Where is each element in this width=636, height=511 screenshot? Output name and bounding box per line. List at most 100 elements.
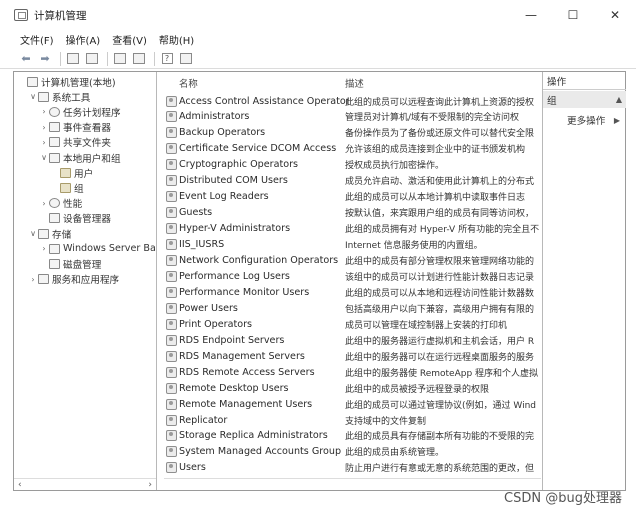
actions-header: 操作 bbox=[543, 72, 626, 90]
table-row[interactable]: Power Users 包括高级用户以向下兼容，高级用户拥有有限的 bbox=[164, 300, 541, 316]
computer-icon bbox=[27, 76, 38, 87]
help-icon[interactable]: ? bbox=[159, 51, 175, 67]
table-row[interactable]: Administrators 管理员对计算机/域有不受限制的完全访问权 bbox=[164, 109, 541, 125]
forward-arrow-icon[interactable]: ➡ bbox=[37, 51, 53, 67]
tree-item-label: 事件查看器 bbox=[63, 123, 111, 135]
table-row[interactable]: Certificate Service DCOM Access 允许该组的成员连接… bbox=[164, 141, 541, 157]
column-header-description[interactable]: 描述 bbox=[345, 76, 364, 90]
properties-icon[interactable] bbox=[112, 51, 128, 67]
actions-group-section[interactable]: 组 ▲ bbox=[543, 91, 626, 108]
group-icon bbox=[166, 366, 177, 378]
tree-item-label: 本地用户和组 bbox=[63, 153, 121, 165]
action-pane-icon[interactable] bbox=[178, 51, 194, 67]
table-row[interactable]: RDS Management Servers 此组中的服务器可以在运行远程桌面服务… bbox=[164, 348, 541, 364]
table-row[interactable]: RDS Remote Access Servers 此组中的服务器使 Remote… bbox=[164, 364, 541, 380]
tree-item[interactable]: 用户 bbox=[50, 165, 93, 180]
device-manager-icon bbox=[49, 213, 60, 224]
table-row[interactable]: Backup Operators 备份操作员为了备份或还原文件可以替代安全限 bbox=[164, 125, 541, 141]
tree-horizontal-scrollbar[interactable]: ‹ › bbox=[14, 478, 156, 490]
table-row[interactable]: Network Configuration Operators 此组中的成员有部分… bbox=[164, 253, 541, 269]
expand-down-icon[interactable]: ∨ bbox=[39, 153, 49, 162]
group-name: RDS Endpoint Servers bbox=[179, 334, 285, 346]
table-row[interactable]: System Managed Accounts Group 此组的成员由系统管理。 bbox=[164, 444, 541, 460]
minimize-button[interactable]: — bbox=[510, 0, 552, 30]
maximize-button[interactable]: ☐ bbox=[552, 0, 594, 30]
scroll-left-icon[interactable]: ‹ bbox=[18, 480, 22, 490]
up-level-icon[interactable] bbox=[65, 51, 81, 67]
tree-item[interactable]: ∨ 系统工具 bbox=[28, 89, 90, 104]
group-icon bbox=[166, 350, 177, 362]
table-row[interactable]: Remote Desktop Users 此组中的成员被授予远程登录的权限 bbox=[164, 380, 541, 396]
tree-item[interactable]: › 服务和应用程序 bbox=[28, 272, 119, 287]
column-header-name[interactable]: 名称 bbox=[179, 76, 198, 90]
group-icon bbox=[166, 286, 177, 298]
toolbar-separator bbox=[154, 51, 155, 66]
expand-right-icon[interactable]: › bbox=[39, 199, 49, 208]
list-horizontal-scrollbar[interactable] bbox=[164, 478, 541, 490]
menu-file[interactable]: 文件(F) bbox=[20, 32, 54, 47]
group-description: 此组的成员可以远程查询此计算机上资源的授权 bbox=[345, 97, 535, 108]
tree-item[interactable]: ∨ 本地用户和组 bbox=[39, 150, 121, 165]
expand-right-icon[interactable]: › bbox=[28, 275, 38, 284]
show-hide-tree-icon[interactable] bbox=[84, 51, 100, 67]
tree-item[interactable]: › 性能 bbox=[39, 196, 82, 211]
group-icon bbox=[166, 255, 177, 266]
menu-view[interactable]: 查看(V) bbox=[112, 32, 147, 47]
expand-right-icon[interactable]: › bbox=[39, 107, 49, 116]
table-row[interactable]: Users 防止用户进行有意或无意的系统范围的更改，但 bbox=[164, 460, 541, 476]
table-row[interactable]: Access Control Assistance Operators 此组的成员… bbox=[164, 93, 541, 109]
group-name: System Managed Accounts Group bbox=[179, 446, 342, 458]
group-description: 此组中的服务器使 RemoteApp 程序和个人虚拟 bbox=[345, 368, 539, 379]
toolbar-separator bbox=[60, 51, 61, 66]
tree-item[interactable]: › 任务计划程序 bbox=[39, 104, 121, 119]
table-row[interactable]: RDS Endpoint Servers 此组中的服务器运行虚拟机和主机会话，用户… bbox=[164, 332, 541, 348]
scroll-right-icon[interactable]: › bbox=[148, 480, 152, 490]
menu-help[interactable]: 帮助(H) bbox=[159, 32, 194, 47]
table-row[interactable]: Replicator 支持域中的文件复制 bbox=[164, 412, 541, 428]
group-name: IIS_IUSRS bbox=[179, 239, 225, 251]
expand-right-icon[interactable]: › bbox=[39, 138, 49, 147]
tree-item[interactable]: 组 bbox=[50, 180, 84, 195]
table-row[interactable]: Guests 按默认值，来宾跟用户组的成员有同等访问权， bbox=[164, 205, 541, 221]
export-list-icon[interactable] bbox=[131, 51, 147, 67]
group-icon bbox=[166, 143, 177, 155]
expand-right-icon[interactable]: › bbox=[39, 244, 49, 253]
back-arrow-icon[interactable]: ⬅ bbox=[18, 51, 34, 67]
expand-down-icon[interactable]: ∨ bbox=[28, 229, 38, 238]
table-row[interactable]: Cryptographic Operators 授权成员执行加密操作。 bbox=[164, 157, 541, 173]
table-row[interactable]: Remote Management Users 此组的成员可以通过管理协议(例如，… bbox=[164, 396, 541, 412]
group-description: 此组中的服务器可以在运行远程桌面服务的服务 bbox=[345, 352, 535, 363]
tree-item[interactable]: › 共享文件夹 bbox=[39, 135, 111, 150]
more-actions-item[interactable]: 更多操作 ▶ bbox=[543, 112, 626, 128]
table-row[interactable]: IIS_IUSRS Internet 信息服务使用的内置组。 bbox=[164, 237, 541, 253]
table-row[interactable]: Print Operators 成员可以管理在域控制器上安装的打印机 bbox=[164, 316, 541, 332]
menu-action[interactable]: 操作(A) bbox=[66, 32, 101, 47]
table-row[interactable]: Performance Monitor Users 此组的成员可以从本地和远程访问… bbox=[164, 284, 541, 300]
tree-item[interactable]: 设备管理器 bbox=[39, 211, 111, 226]
group-icon bbox=[166, 446, 177, 458]
group-icon bbox=[166, 462, 177, 474]
expand-right-icon[interactable]: › bbox=[39, 123, 49, 132]
navigation-tree: ‹ › 计算机管理(本地) ∨ 系统工具 › 任务计划程序 › 事件查看器 › 共享文件夹 ∨ 本地… bbox=[14, 72, 157, 490]
table-row[interactable]: Performance Log Users 该组中的成员可以计划进行性能计数器日志… bbox=[164, 268, 541, 284]
group-description: 备份操作员为了备份或还原文件可以替代安全限 bbox=[345, 129, 535, 140]
table-row[interactable]: Distributed COM Users 成员允许启动、激活和使用此计算机上的分… bbox=[164, 173, 541, 189]
tree-item[interactable]: › Windows Server Back bbox=[39, 241, 156, 256]
tree-item[interactable]: 计算机管理(本地) bbox=[17, 74, 116, 89]
expand-down-icon[interactable]: ∨ bbox=[28, 92, 38, 101]
tree-item[interactable]: › 事件查看器 bbox=[39, 120, 111, 135]
backup-icon bbox=[49, 243, 60, 254]
group-description: 授权成员执行加密操作。 bbox=[345, 161, 445, 172]
tree-item[interactable]: ∨ 存储 bbox=[28, 226, 71, 241]
table-row[interactable]: Event Log Readers 此组的成员可以从本地计算机中读取事件日志 bbox=[164, 189, 541, 205]
tree-item[interactable]: 磁盘管理 bbox=[39, 256, 101, 271]
close-button[interactable]: ✕ bbox=[594, 0, 636, 30]
table-row[interactable]: Storage Replica Administrators 此组的成员具有存储副… bbox=[164, 428, 541, 444]
collapse-up-icon[interactable]: ▲ bbox=[616, 95, 622, 104]
tree-item-label: 系统工具 bbox=[52, 92, 91, 104]
group-description: 此组的成员可以从本地和远程访问性能计数器数 bbox=[345, 288, 535, 299]
table-row[interactable]: Hyper-V Administrators 此组的成员拥有对 Hyper-V 所… bbox=[164, 221, 541, 237]
toolbar-separator bbox=[107, 51, 108, 66]
group-name: Users bbox=[179, 462, 206, 474]
group-icon bbox=[166, 127, 177, 139]
